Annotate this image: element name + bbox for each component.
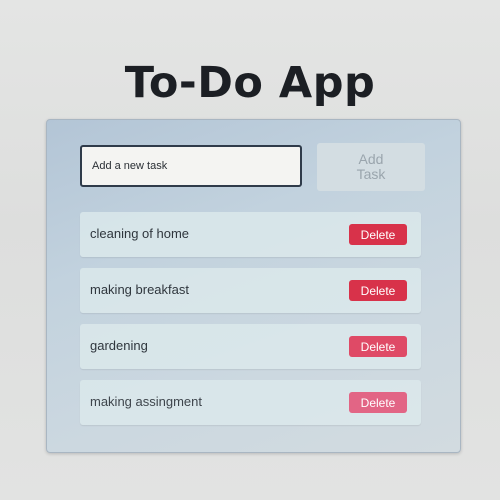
task-label: making breakfast xyxy=(90,282,189,297)
delete-task-button[interactable]: Delete xyxy=(349,392,407,413)
new-task-input[interactable] xyxy=(80,145,302,187)
task-item: making assingment Delete xyxy=(80,380,421,425)
task-label: gardening xyxy=(90,338,148,353)
add-task-button[interactable]: Add Task xyxy=(317,143,425,191)
task-label: making assingment xyxy=(90,394,202,409)
task-item: gardening Delete xyxy=(80,324,421,369)
task-item: making breakfast Delete xyxy=(80,268,421,313)
delete-task-button[interactable]: Delete xyxy=(349,336,407,357)
task-item: cleaning of home Delete xyxy=(80,212,421,257)
task-list: cleaning of home Delete making breakfast… xyxy=(80,212,421,436)
delete-task-button[interactable]: Delete xyxy=(349,280,407,301)
task-label: cleaning of home xyxy=(90,226,190,241)
delete-task-button[interactable]: Delete xyxy=(349,224,407,245)
todo-panel: Add Task cleaning of home Delete making … xyxy=(46,119,461,453)
page-title: To-Do App xyxy=(124,58,376,108)
